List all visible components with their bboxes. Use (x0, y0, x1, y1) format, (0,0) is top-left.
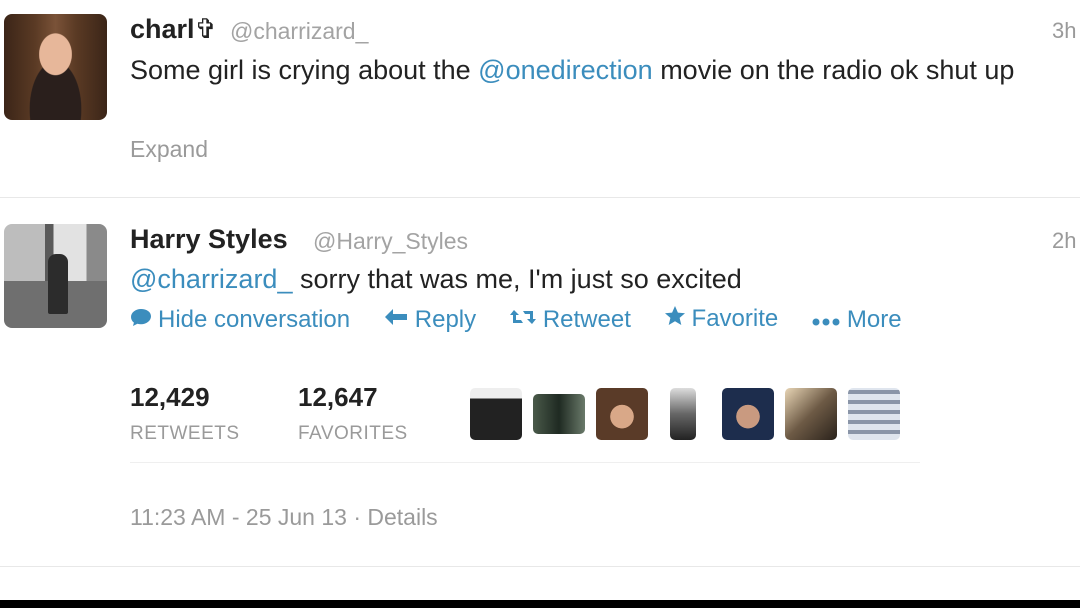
retweet-label: Retweet (542, 306, 631, 333)
favoriter-avatar[interactable] (785, 388, 837, 440)
favoriter-avatar[interactable] (722, 388, 774, 440)
hide-conversation-label: Hide conversation (158, 306, 351, 333)
favorite-label: Favorite (691, 305, 779, 332)
mention-link[interactable]: @charrizard_ (130, 264, 292, 294)
avatar-harry-styles[interactable] (4, 224, 107, 328)
user-name-charl[interactable]: charl✞ (130, 14, 217, 45)
favorites-label[interactable]: FAVORITES (298, 423, 408, 445)
more-label: More (846, 306, 902, 333)
divider (130, 462, 920, 463)
tweet-time[interactable]: 2h (1052, 228, 1076, 254)
tweet-text-part: sorry that was me, I'm just so excited (292, 264, 742, 294)
more-dots-icon (811, 307, 841, 333)
tweet-actions: Hide conversation Reply Retweet Favorite… (130, 305, 928, 334)
user-name-harry[interactable]: Harry Styles (130, 224, 288, 255)
expand-link[interactable]: Expand (130, 136, 208, 163)
divider (0, 197, 1080, 198)
tweet-time[interactable]: 3h (1052, 18, 1076, 44)
retweets-label[interactable]: RETWEETS (130, 423, 240, 445)
speech-bubble-icon (130, 307, 152, 333)
favoriter-avatar[interactable] (533, 394, 585, 434)
tweet-text: @charrizard_ sorry that was me, I'm just… (130, 260, 1050, 299)
star-icon (664, 305, 686, 333)
more-button[interactable]: More (811, 306, 902, 334)
favorites-count[interactable]: 12,647 (298, 382, 378, 413)
reply-label: Reply (414, 306, 477, 333)
favoriter-avatar[interactable] (470, 388, 522, 440)
tweet-text-part: movie on the radio ok shut up (652, 55, 1015, 85)
favoriter-avatar[interactable] (848, 388, 900, 440)
retweet-icon (509, 307, 537, 333)
favorite-button[interactable]: Favorite (664, 305, 779, 333)
retweets-count[interactable]: 12,429 (130, 382, 210, 413)
tweet-text: Some girl is crying about the @onedirect… (130, 51, 1050, 90)
timeline: charl✞ @charrizard_ 3h Some girl is cryi… (0, 0, 1080, 600)
divider (0, 566, 1080, 567)
avatar-charl[interactable] (4, 14, 107, 120)
favoriter-avatar[interactable] (670, 388, 696, 440)
reply-arrow-icon (383, 307, 409, 333)
user-handle-harry[interactable]: @Harry_Styles (313, 228, 468, 255)
favoriter-avatar[interactable] (596, 388, 648, 440)
user-handle-charl[interactable]: @charrizard_ (230, 18, 368, 45)
tweet-timestamp[interactable]: 11:23 AM - 25 Jun 13 · Details (130, 504, 438, 531)
mention-link[interactable]: @onedirection (478, 55, 653, 85)
retweet-button[interactable]: Retweet (509, 306, 631, 334)
hide-conversation-button[interactable]: Hide conversation (130, 306, 350, 334)
reply-button[interactable]: Reply (383, 306, 476, 334)
tweet-text-part: Some girl is crying about the (130, 55, 479, 85)
